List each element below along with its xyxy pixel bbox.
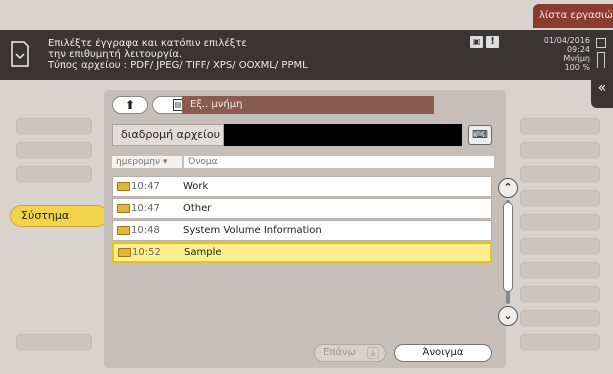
item-time: 10:52 [132, 247, 161, 258]
location-label: Εξ.. μνήμη [182, 96, 434, 114]
open-button[interactable]: Άνοιγμα [394, 344, 492, 362]
folder-icon [118, 248, 131, 257]
parent-folder-button[interactable]: ⬆ [112, 96, 148, 114]
scroll-down-button[interactable]: ⌄ [498, 306, 518, 326]
ghost-right-10 [520, 334, 600, 350]
memory-icon [596, 38, 606, 48]
instruction-line-1: Επιλέξτε έγγραφα και κατόπιν επιλέξτε [48, 38, 247, 49]
upper-level-button[interactable]: Επάνω ▲ [314, 344, 386, 362]
document-select-icon [11, 41, 29, 67]
clock-block: 01/04/2016 09:24 Μνήμη 100 % [535, 36, 590, 72]
keyboard-icon: ⌨ [472, 128, 488, 141]
item-time: 10:48 [131, 225, 160, 236]
scroll-up-button[interactable]: ⌃ [498, 178, 518, 198]
instruction-line-2: την επιθυμητή λειτουργία. [48, 49, 183, 60]
file-path-label: διαδρομή αρχείου [112, 124, 224, 146]
ghost-right-5 [520, 214, 600, 230]
top-strip [0, 0, 613, 30]
list-item[interactable]: 10:47 Work [112, 176, 492, 197]
memory-value: 100 % [564, 63, 590, 72]
ghost-right-8 [520, 286, 600, 302]
date-column-header[interactable]: ημερομην ▾ [112, 156, 182, 168]
ghost-left-2 [16, 142, 92, 158]
item-time: 10:47 [131, 181, 160, 192]
ghost-right-7 [520, 262, 600, 278]
ghost-right-4 [520, 190, 600, 206]
job-list-tab[interactable]: λίστα εργασιών [533, 4, 613, 28]
double-chevron-left-icon[interactable]: « [591, 68, 613, 108]
scrollbar-thumb[interactable] [503, 202, 513, 292]
upper-level-label: Επάνω [323, 347, 356, 358]
up-arrow-icon: ⬆ [124, 98, 136, 112]
date-column-label: ημερομην [116, 157, 160, 167]
time-text: 09:24 [566, 45, 590, 54]
sort-down-icon: ▾ [162, 157, 168, 167]
list-item-selected[interactable]: 10:52 Sample [112, 242, 492, 263]
list-item[interactable]: 10:48 System Volume Information [112, 220, 492, 241]
memory-label: Μνήμη [563, 54, 590, 63]
file-list: 10:47 Work 10:47 Other 10:48 System Volu… [112, 176, 492, 264]
name-column-header[interactable]: Όνομα [184, 156, 494, 168]
item-name: Work [183, 181, 209, 192]
up-level-icon: ▲ [367, 347, 379, 359]
item-name: Sample [184, 247, 222, 258]
chevron-down-icon: ⌄ [503, 309, 513, 322]
keyboard-button[interactable]: ⌨ [468, 125, 492, 145]
document-box-icon: ▣ [470, 36, 483, 48]
file-browser-panel: ⬆ ▤ Εξ.. μνήμη διαδρομή αρχείου ⌨ ημερομ… [104, 90, 518, 368]
ghost-right-1 [520, 118, 600, 134]
file-type-line: Τύπος αρχείου : PDF/ JPEG/ TIFF/ XPS/ OO… [48, 60, 308, 71]
list-item[interactable]: 10:47 Other [112, 198, 492, 219]
chevron-up-icon: ⌃ [503, 181, 513, 194]
ghost-right-9 [520, 310, 600, 326]
folder-icon [117, 204, 130, 213]
file-path-field[interactable] [224, 124, 462, 146]
ghost-left-4 [16, 334, 92, 350]
system-button[interactable]: Σύστημα [10, 205, 108, 227]
name-column-label: Όνομα [188, 157, 218, 167]
ghost-right-6 [520, 238, 600, 254]
folder-icon [117, 182, 130, 191]
warning-icon: ! [486, 36, 499, 48]
item-name: Other [183, 203, 212, 214]
item-time: 10:47 [131, 203, 160, 214]
item-name: System Volume Information [183, 225, 322, 236]
instruction-text: Επιλέξτε έγγραφα και κατόπιν επιλέξτε τη… [48, 38, 308, 71]
ghost-right-3 [520, 166, 600, 182]
folder-icon [117, 226, 130, 235]
date-text: 01/04/2016 [543, 36, 590, 45]
message-bar: Επιλέξτε έγγραφα και κατόπιν επιλέξτε τη… [0, 30, 613, 80]
ghost-left-1 [16, 118, 92, 134]
ghost-left-3 [16, 166, 92, 182]
ghost-right-2 [520, 142, 600, 158]
